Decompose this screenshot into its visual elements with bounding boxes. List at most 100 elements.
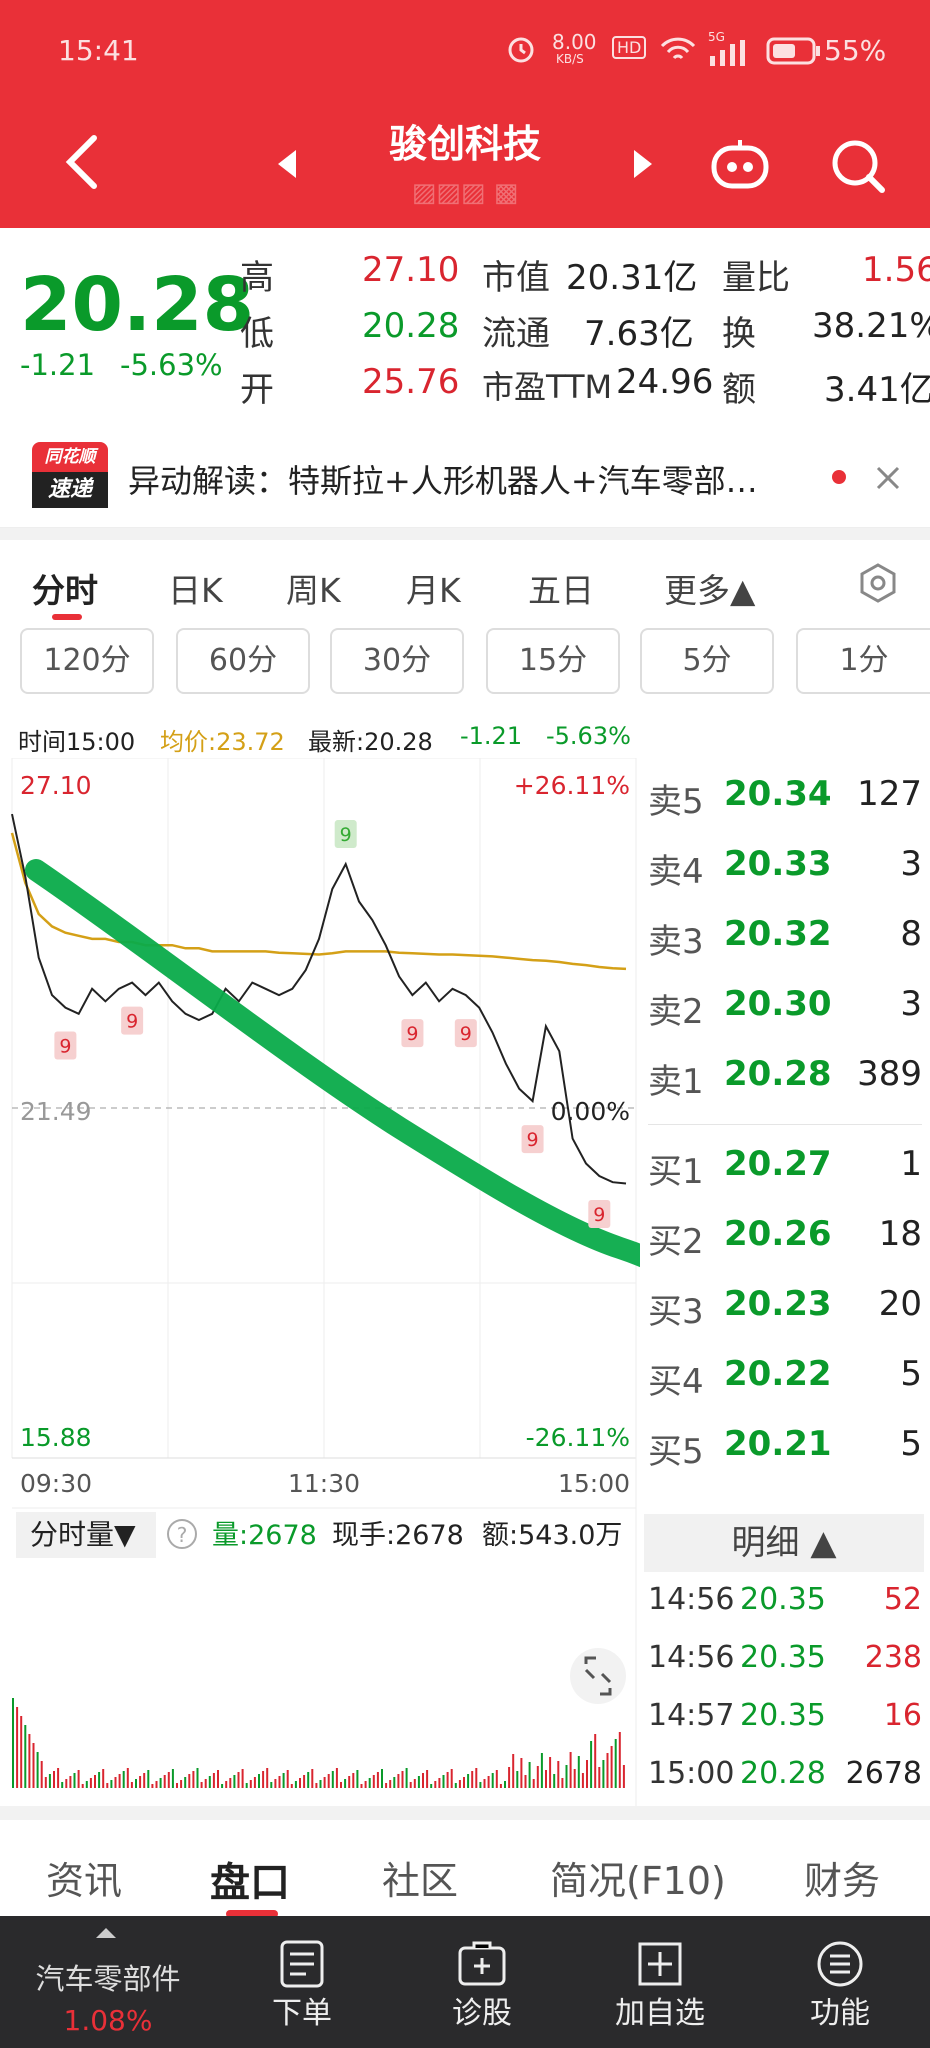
volume-bar	[536, 1766, 539, 1788]
volume-bar	[294, 1781, 297, 1788]
interval-30[interactable]: 30分	[330, 628, 464, 694]
volume-bar	[524, 1775, 527, 1788]
pct-label-base: 0.00%	[551, 1097, 630, 1126]
volume-bar	[212, 1773, 215, 1788]
order-button[interactable]: 下单	[232, 1916, 372, 2048]
volume-bar	[540, 1753, 543, 1788]
top-header: 15:41 8.00 KB/S HD 5G 55% 骏创科技 ▨▨▨ ▩	[0, 0, 930, 228]
volume-bar	[311, 1769, 314, 1788]
open-value: 25.76	[362, 362, 460, 402]
volume-bar	[385, 1783, 388, 1788]
tab-news[interactable]: 资讯	[46, 1850, 122, 1905]
signal-marker: 9	[588, 1200, 611, 1229]
settings-icon[interactable]	[856, 562, 900, 606]
volume-bar	[340, 1782, 342, 1788]
tab-monthly-k[interactable]: 月K	[406, 564, 461, 612]
interval-15[interactable]: 15分	[486, 628, 620, 694]
volume-bar	[397, 1774, 400, 1788]
news-banner[interactable]: 同花顺 速递 异动解读：特斯拉+人形机器人+汽车零部…	[0, 430, 930, 528]
amount-label: 额	[722, 370, 756, 410]
x-tick-open: 09:30	[20, 1469, 92, 1498]
turnover-value: 38.21%	[812, 306, 930, 346]
info-percent: -5.63%	[546, 722, 631, 750]
add-watchlist-icon	[638, 1942, 682, 1986]
volume-bar	[286, 1770, 289, 1788]
wifi-icon	[660, 37, 696, 60]
amount-value: 3.41亿	[824, 370, 930, 410]
signal-marker: 9	[121, 1006, 144, 1035]
volume-bar	[389, 1780, 392, 1788]
volume-bar	[327, 1774, 330, 1788]
tab-community[interactable]: 社区	[382, 1850, 458, 1905]
bid-row: 买5 20.21 5	[648, 1424, 922, 1472]
volume-bar	[569, 1752, 572, 1788]
tab-profile-f10[interactable]: 简况(F10)	[550, 1850, 726, 1905]
tab-more[interactable]: 更多▲	[664, 564, 755, 612]
function-button[interactable]: 功能	[770, 1916, 910, 2048]
volume-bar	[528, 1762, 531, 1788]
search-icon[interactable]	[828, 136, 888, 196]
volume-bar	[253, 1777, 256, 1788]
volume-bar	[610, 1746, 613, 1788]
volume-bar	[471, 1771, 474, 1788]
tab-intraday[interactable]: 分时	[32, 564, 98, 612]
volume-bar	[241, 1769, 244, 1788]
float-value: 7.63亿	[584, 314, 694, 354]
average-price-line	[10, 832, 627, 971]
volume-bar	[81, 1784, 84, 1788]
volume-bar	[586, 1760, 588, 1788]
volume-bar	[48, 1774, 51, 1788]
volume-bar	[557, 1761, 560, 1788]
interval-120[interactable]: 120分	[20, 628, 154, 694]
volume-bar	[413, 1779, 416, 1788]
volume-bar	[622, 1765, 625, 1788]
tab-daily-k[interactable]: 日K	[168, 564, 223, 612]
volume-bar	[581, 1773, 584, 1788]
volume-bar	[188, 1774, 191, 1788]
fullscreen-button[interactable]	[570, 1648, 626, 1704]
change-value: -1.21	[20, 348, 96, 382]
diagnose-button[interactable]: 诊股	[412, 1916, 552, 2048]
volume-bar	[606, 1753, 609, 1788]
robot-assistant-icon[interactable]	[708, 136, 772, 192]
next-stock-icon[interactable]	[630, 148, 656, 180]
detail-header[interactable]: 明细 ▲	[644, 1514, 924, 1572]
net-speed: 8.00	[552, 30, 597, 54]
news-badge: 同花顺 速递	[32, 442, 108, 510]
volume-bar	[483, 1779, 486, 1788]
volume-bar	[545, 1770, 547, 1788]
add-watchlist-button[interactable]: 加自选	[590, 1916, 730, 2048]
signal-marker: 9	[334, 820, 357, 849]
signal-marker-label: 9	[527, 1129, 539, 1151]
help-icon-glyph: ?	[177, 1523, 188, 1547]
volume-bar	[40, 1761, 43, 1788]
volume-bar	[475, 1768, 478, 1788]
volume-bar	[192, 1771, 195, 1788]
volume-amount: 额:543.0万	[482, 1520, 622, 1551]
tab-order-book[interactable]: 盘口	[210, 1850, 290, 1908]
book-divider	[648, 1124, 922, 1125]
volume-bar	[135, 1779, 137, 1788]
volume-bar	[28, 1734, 31, 1788]
volume-bar	[130, 1782, 133, 1788]
intraday-chart[interactable]: 27.10 21.49 15.88 +26.11% 0.00% -26.11% …	[0, 758, 640, 1806]
sector-name: 汽车零部件	[35, 1962, 181, 1996]
volume-selector[interactable]: 分时量▼	[30, 1518, 136, 1551]
volume-bar	[614, 1739, 617, 1788]
volume-bar	[143, 1773, 146, 1788]
float-label: 流通	[482, 314, 550, 354]
interval-60[interactable]: 60分	[176, 628, 310, 694]
x-tick-close: 15:00	[558, 1469, 630, 1498]
interval-5[interactable]: 5分	[640, 628, 774, 694]
volume-bar	[364, 1781, 367, 1788]
caret-up-icon	[96, 1928, 116, 1938]
tab-five-day[interactable]: 五日	[528, 564, 594, 612]
volume-bar	[450, 1769, 453, 1788]
interval-1[interactable]: 1分	[796, 628, 930, 694]
volume-bar	[430, 1784, 433, 1788]
order-icon	[280, 1940, 324, 1988]
close-icon[interactable]	[874, 464, 902, 492]
tab-weekly-k[interactable]: 周K	[286, 564, 341, 612]
sector-button[interactable]: 汽车零部件 1.08%	[18, 1916, 198, 2048]
tab-finance[interactable]: 财务	[804, 1850, 880, 1905]
